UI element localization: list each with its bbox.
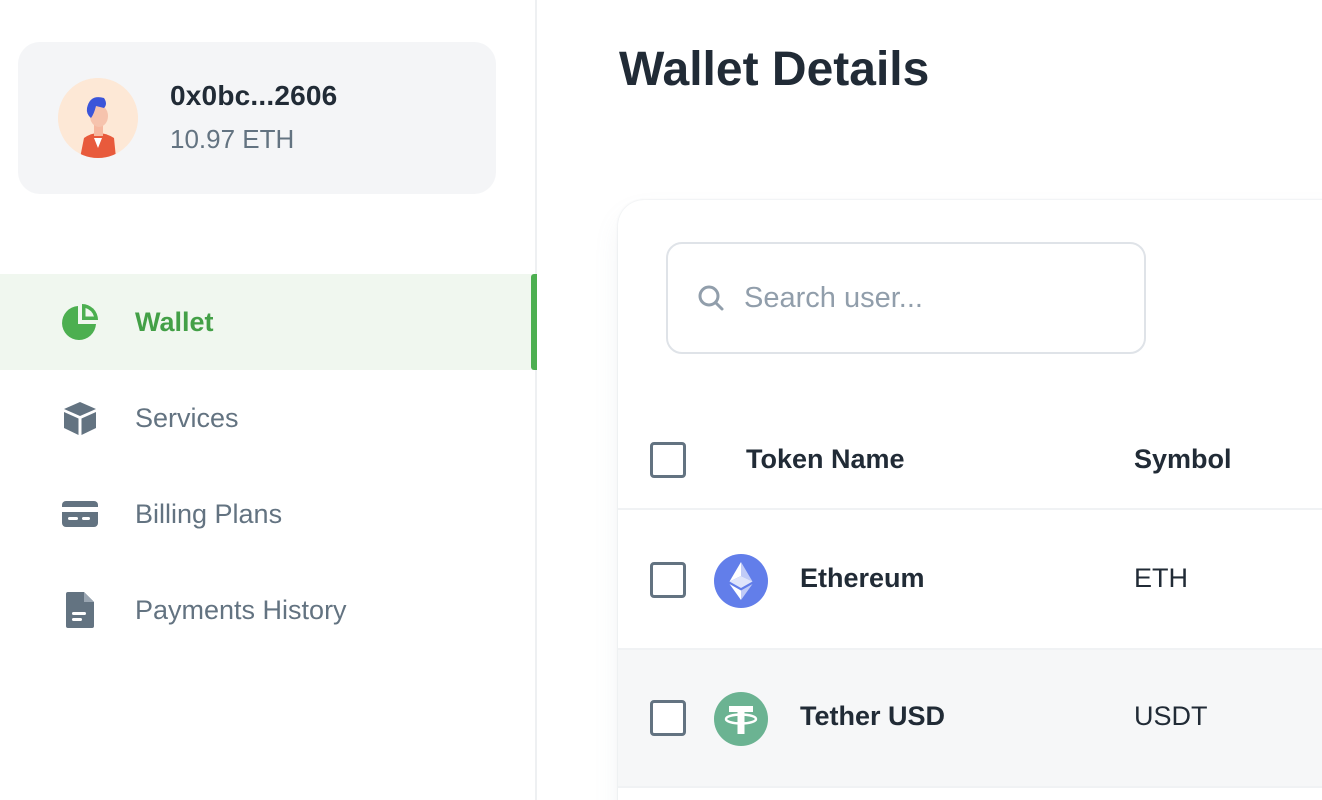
token-name: Ethereum bbox=[800, 563, 925, 593]
account-card[interactable]: 0x0bc...2606 10.97 ETH bbox=[18, 42, 496, 194]
token-symbol: USDT bbox=[1134, 701, 1208, 731]
token-symbol: ETH bbox=[1134, 563, 1188, 593]
file-icon bbox=[60, 590, 100, 630]
user-avatar-icon bbox=[58, 78, 138, 158]
sidebar-item-wallet[interactable]: Wallet bbox=[0, 274, 537, 370]
avatar bbox=[58, 78, 138, 158]
tether-icon bbox=[714, 692, 768, 746]
ethereum-icon bbox=[714, 554, 768, 608]
column-header-symbol[interactable]: Symbol bbox=[1134, 444, 1232, 475]
table-row[interactable]: Ethereum ETH bbox=[618, 512, 1322, 650]
sidebar-nav: Wallet Services Billing Plans Payments H… bbox=[0, 274, 537, 658]
pie-chart-icon bbox=[60, 302, 100, 342]
search-icon bbox=[696, 283, 726, 313]
sidebar-item-services[interactable]: Services bbox=[0, 370, 537, 466]
sidebar-item-label: Payments History bbox=[135, 594, 347, 625]
credit-card-icon bbox=[60, 494, 100, 534]
wallet-balance: 10.97 ETH bbox=[170, 124, 295, 154]
page-title: Wallet Details bbox=[619, 43, 930, 96]
search-box[interactable] bbox=[666, 242, 1146, 354]
table-row[interactable]: Tether USD USDT bbox=[618, 650, 1322, 788]
sidebar: 0x0bc...2606 10.97 ETH Wallet Services B… bbox=[0, 0, 537, 800]
row-checkbox[interactable] bbox=[650, 562, 686, 598]
search-input[interactable] bbox=[744, 281, 1124, 315]
wallet-address: 0x0bc...2606 bbox=[170, 80, 338, 111]
sidebar-item-billing-plans[interactable]: Billing Plans bbox=[0, 466, 537, 562]
column-header-token-name[interactable]: Token Name bbox=[746, 444, 905, 475]
sidebar-item-label: Wallet bbox=[135, 306, 214, 337]
sidebar-item-label: Billing Plans bbox=[135, 498, 283, 529]
cube-icon bbox=[60, 398, 100, 438]
row-checkbox[interactable] bbox=[650, 700, 686, 736]
select-all-checkbox[interactable] bbox=[650, 442, 686, 478]
tokens-card: Token Name Symbol Ethereum ETH bbox=[618, 200, 1322, 800]
sidebar-item-payments-history[interactable]: Payments History bbox=[0, 562, 537, 658]
token-name: Tether USD bbox=[800, 701, 946, 731]
sidebar-item-label: Services bbox=[135, 402, 239, 433]
table-header: Token Name Symbol bbox=[618, 410, 1322, 510]
